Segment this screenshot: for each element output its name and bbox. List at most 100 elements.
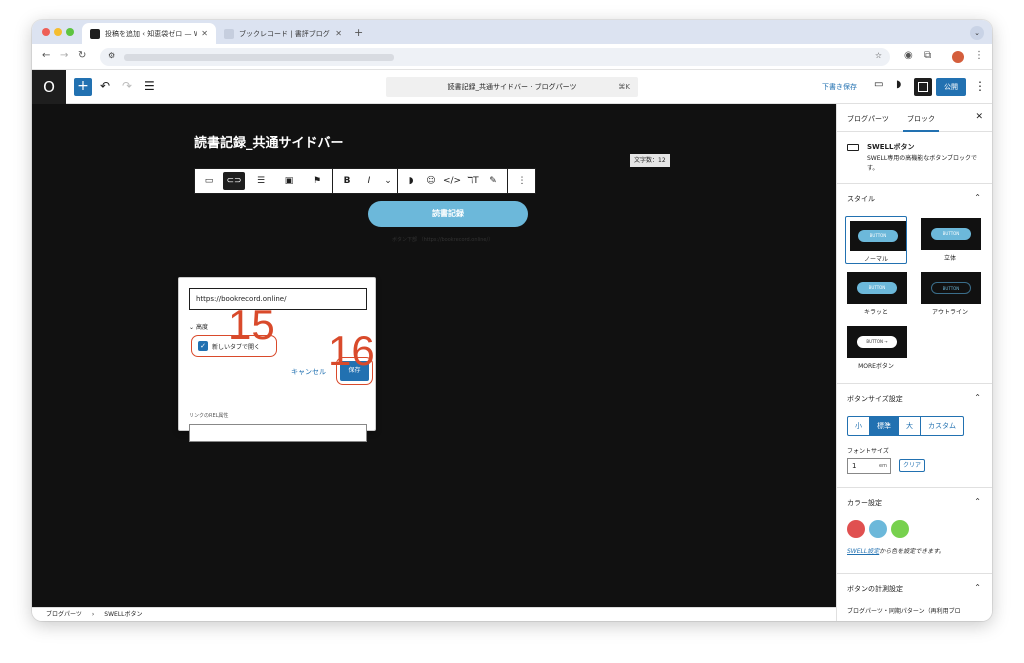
step-number-16: 16 — [328, 327, 375, 374]
tab-search-button[interactable]: ⌄ — [970, 26, 984, 40]
browser-menu-icon[interactable]: ⋮ — [974, 50, 984, 61]
panel-title: カラー設定 — [847, 499, 882, 507]
settings-sidebar-toggle[interactable] — [914, 78, 932, 96]
style-preview: BUTTON — [921, 272, 981, 304]
style-label: MOREボタン — [858, 363, 894, 370]
browser-window: 投稿を追加 ‹ 知恵袋ゼロ — Wor ✕ ブックレコード | 書評ブログ ✕ … — [32, 20, 992, 621]
tab-block[interactable]: ブロック — [903, 114, 939, 132]
button-caption: ボタン下部 （https://bookrecord.online/） — [392, 237, 494, 243]
color-note-text: から色を設定できます。 — [879, 548, 945, 555]
size-small-button[interactable]: 小 — [848, 417, 870, 435]
browser-tab-bookrecord[interactable]: ブックレコード | 書評ブログ ✕ — [216, 23, 350, 44]
measurement-description: ブログパーツ・同期パターン（再利用ブロ — [847, 608, 961, 615]
save-draft-button[interactable]: 下書き保存 — [822, 82, 857, 92]
paint-roller-icon[interactable]: ⚑ — [305, 169, 329, 193]
address-bar[interactable]: ⚙ ☆ — [100, 48, 890, 66]
chevron-up-icon[interactable]: ⌃ — [974, 583, 981, 592]
device-control-icon[interactable]: ▣ — [277, 169, 301, 193]
forward-arrow-icon[interactable]: → — [60, 50, 68, 61]
style-preview: BUTTON — [850, 221, 906, 251]
style-panel: スタイル ⌃ BUTTON ノーマル BUTTON 立体 BUTTON キラッと… — [837, 184, 992, 384]
block-breadcrumb: ブログパーツ › SWELLボタン — [32, 607, 836, 621]
bold-icon[interactable]: B — [335, 169, 359, 193]
link-url-field[interactable]: https://bookrecord.online/ — [189, 288, 367, 310]
site-info-icon[interactable]: ⚙ — [108, 51, 115, 60]
wordpress-favicon-icon — [90, 28, 100, 39]
swell-icon[interactable]: ◗ — [896, 79, 901, 90]
tab-title: 投稿を追加 ‹ 知恵袋ゼロ — Wor — [105, 29, 198, 38]
open-new-tab-checkbox[interactable]: ✓ — [198, 341, 208, 351]
close-tab-icon[interactable]: ✕ — [335, 29, 342, 38]
inline-code-icon[interactable]: </> — [441, 169, 463, 193]
extensions-puzzle-icon[interactable]: ⧉ — [924, 50, 931, 61]
editor-top-toolbar: O + ↶ ↷ ☰ 読書記録_共通サイドバー · ブログパーツ ⌘K 下書き保存… — [32, 70, 992, 104]
chevron-up-icon[interactable]: ⌃ — [974, 393, 981, 402]
font-size-icon[interactable]: ℸT — [463, 169, 483, 193]
site-logo[interactable]: O — [32, 70, 66, 104]
align-icon[interactable]: ☰ — [249, 169, 273, 193]
editor-canvas[interactable]: 読書記録_共通サイドバー 文字数：12 ▭ ⊂⊃ ☰ ▣ ⚑ B I ⌄ ◗ ☺… — [32, 104, 836, 607]
rel-attribute-field[interactable] — [189, 424, 367, 442]
advanced-toggle[interactable]: ⌄ 高度 — [189, 322, 208, 331]
tab-blog-parts[interactable]: ブログパーツ — [847, 114, 889, 124]
emoji-icon[interactable]: ☺ — [421, 169, 441, 193]
cancel-button[interactable]: キャンセル — [291, 367, 326, 377]
breadcrumb-item-swell-button[interactable]: SWELLボタン — [104, 611, 142, 618]
style-option-shine[interactable]: BUTTON キラッと — [845, 270, 907, 318]
minimize-window-icon[interactable] — [54, 28, 62, 36]
size-large-button[interactable]: 大 — [899, 417, 921, 435]
close-tab-icon[interactable]: ✕ — [201, 29, 208, 38]
clear-button[interactable]: クリア — [899, 459, 926, 472]
color-swatch-green[interactable] — [891, 520, 909, 538]
document-title-bar[interactable]: 読書記録_共通サイドバー · ブログパーツ ⌘K — [386, 77, 638, 97]
close-sidebar-icon[interactable]: ✕ — [975, 112, 983, 122]
style-option-outline[interactable]: BUTTON アウトライン — [919, 270, 981, 318]
color-swatch-blue[interactable] — [869, 520, 887, 538]
color-swatch-red[interactable] — [847, 520, 865, 538]
profile-avatar[interactable] — [952, 51, 964, 63]
panel-title: ボタンサイズ設定 — [847, 395, 903, 403]
highlight-pen-icon[interactable]: ✎ — [483, 169, 503, 193]
style-label: アウトライン — [931, 309, 968, 316]
toolbar-divider — [397, 169, 398, 193]
sidebar-tabs: ブログパーツ ブロック ✕ — [837, 104, 992, 132]
swell-button-preview[interactable]: 読書記録 — [368, 201, 528, 227]
size-custom-button[interactable]: カスタム — [921, 417, 963, 435]
chevron-up-icon[interactable]: ⌃ — [974, 193, 981, 202]
maximize-window-icon[interactable] — [66, 28, 74, 36]
bookmark-star-icon[interactable]: ☆ — [875, 51, 882, 60]
style-pill: BUTTON — [931, 228, 971, 240]
font-size-input[interactable]: 1 em — [847, 458, 891, 474]
breadcrumb-item-blogparts[interactable]: ブログパーツ — [46, 611, 82, 618]
preview-icon[interactable]: ▭ — [874, 79, 883, 90]
swell-settings-link[interactable]: SWELL設定 — [847, 548, 879, 555]
close-window-icon[interactable] — [42, 28, 50, 36]
style-option-normal[interactable]: BUTTON ノーマル — [845, 216, 907, 264]
options-menu-icon[interactable]: ⋮ — [974, 79, 986, 93]
style-option-more[interactable]: BUTTON → MOREボタン — [845, 324, 907, 372]
more-formats-chevron-icon[interactable]: ⌄ — [379, 169, 397, 193]
new-tab-button[interactable]: + — [354, 26, 363, 39]
block-type-icon[interactable]: ▭ — [197, 169, 221, 193]
step-number-15: 15 — [228, 301, 275, 348]
link-icon[interactable]: ⊂⊃ — [223, 172, 245, 190]
extension-icon[interactable]: ◉ — [904, 50, 913, 61]
post-title[interactable]: 読書記録_共通サイドバー — [194, 132, 344, 151]
swell-format-icon[interactable]: ◗ — [401, 169, 421, 193]
style-preview: BUTTON — [921, 218, 981, 250]
undo-icon[interactable]: ↶ — [100, 79, 110, 93]
italic-icon[interactable]: I — [359, 169, 379, 193]
block-inserter-button[interactable]: + — [74, 78, 92, 96]
document-overview-icon[interactable]: ☰ — [144, 79, 155, 93]
style-label: キラッと — [863, 309, 888, 316]
reload-icon[interactable]: ↻ — [78, 50, 86, 61]
back-arrow-icon[interactable]: ← — [42, 50, 50, 61]
block-options-icon[interactable]: ⋮ — [511, 169, 533, 193]
chevron-up-icon[interactable]: ⌃ — [974, 497, 981, 506]
style-option-3d[interactable]: BUTTON 立体 — [919, 216, 981, 264]
size-standard-button[interactable]: 標準 — [870, 417, 899, 435]
publish-button[interactable]: 公開 — [936, 78, 966, 96]
style-label: 立体 — [943, 255, 956, 262]
browser-tab-active[interactable]: 投稿を追加 ‹ 知恵袋ゼロ — Wor ✕ — [82, 23, 216, 44]
redo-icon[interactable]: ↷ — [122, 79, 132, 93]
